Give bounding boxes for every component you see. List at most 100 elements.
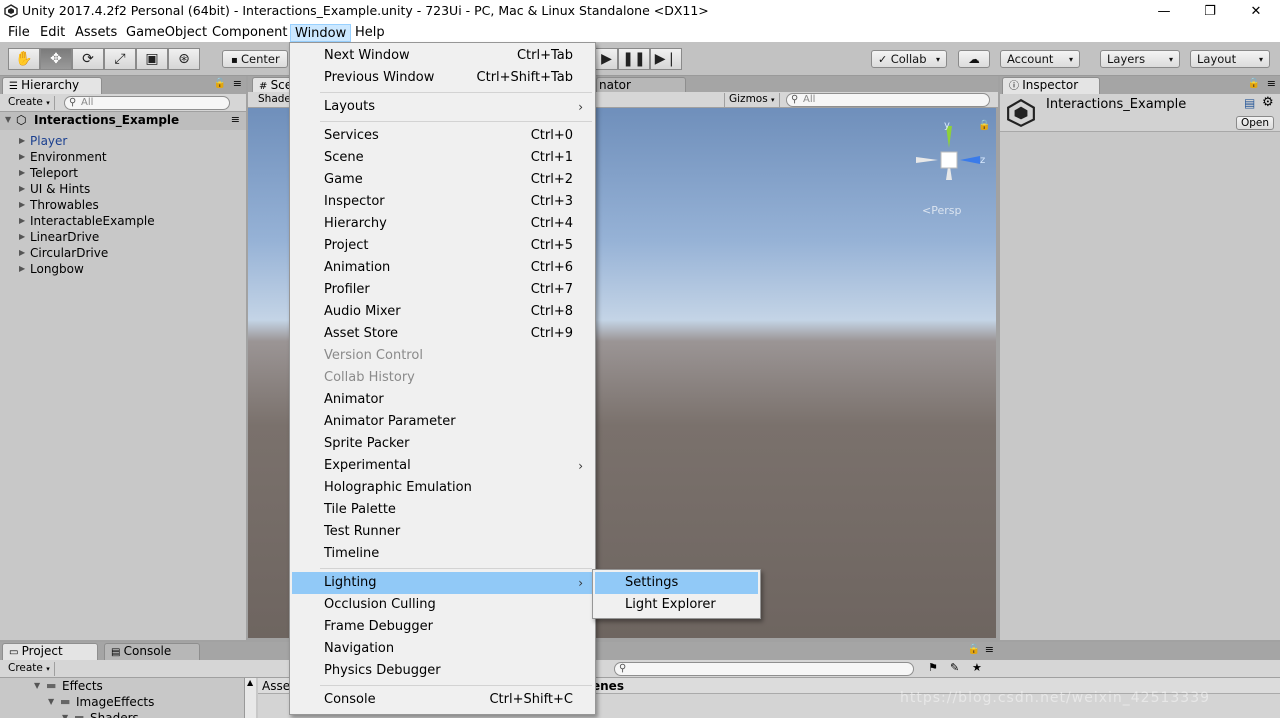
scene-header-row[interactable]: ▼ ⬡ Interactions_Example ≡ (0, 112, 246, 130)
layout-dropdown[interactable]: Layout ▾ (1190, 50, 1270, 68)
scene-menu-icon[interactable]: ≡ (231, 113, 240, 126)
menu-item-inspector[interactable]: Inspector Ctrl+3 (292, 191, 593, 213)
play-button[interactable]: ▶ (596, 48, 618, 70)
panel-menu-icon[interactable]: ≡ (233, 77, 242, 90)
list-item[interactable]: ▶ CircularDrive (0, 245, 246, 261)
gear-icon[interactable]: ⚙ (1262, 95, 1274, 110)
menu-item-animator-parameter[interactable]: Animator Parameter (292, 411, 593, 433)
tab-hierarchy[interactable]: ☰ Hierarchy (2, 77, 102, 94)
list-item[interactable]: ▶ LinearDrive (0, 229, 246, 245)
pause-button[interactable]: ❚❚ (618, 48, 650, 70)
project-search-input[interactable]: ⚲ (614, 662, 914, 676)
rotate-tool-button[interactable]: ⟳ (72, 48, 104, 70)
rect-tool-button[interactable]: ▣ (136, 48, 168, 70)
collab-button[interactable]: ✓ Collab ▾ (871, 50, 947, 68)
layers-dropdown[interactable]: Layers ▾ (1100, 50, 1180, 68)
menu-item-test-runner[interactable]: Test Runner (292, 521, 593, 543)
gizmo-lock-icon[interactable]: 🔒 (978, 120, 990, 131)
scrollbar[interactable]: ▲ (244, 678, 256, 718)
menu-item-navigation[interactable]: Navigation (292, 638, 593, 660)
menu-item-project[interactable]: Project Ctrl+5 (292, 235, 593, 257)
hierarchy-search-input[interactable]: ⚲ All (64, 96, 230, 110)
panel-menu-icon[interactable]: ≡ (1267, 77, 1276, 90)
expand-triangle-icon[interactable]: ▶ (19, 197, 25, 213)
persp-label[interactable]: <Persp (922, 204, 961, 217)
expand-triangle-icon[interactable]: ▶ (19, 245, 25, 261)
list-item[interactable]: ▶ UI & Hints (0, 181, 246, 197)
submenu-item-settings[interactable]: Settings (595, 572, 758, 594)
project-create-button[interactable]: Create ▾ (4, 662, 55, 676)
menu-item-game[interactable]: Game Ctrl+2 (292, 169, 593, 191)
scroll-up-icon[interactable]: ▲ (247, 678, 253, 687)
menu-assets[interactable]: Assets (71, 24, 121, 42)
menu-item-hierarchy[interactable]: Hierarchy Ctrl+4 (292, 213, 593, 235)
menu-item-console[interactable]: Console Ctrl+Shift+C (292, 689, 593, 711)
list-item[interactable]: ▶ Throwables (0, 197, 246, 213)
transform-tool-button[interactable]: ⊛ (168, 48, 200, 70)
expand-triangle-icon[interactable]: ▶ (19, 213, 25, 229)
menu-component[interactable]: Component (208, 24, 291, 42)
open-button[interactable]: Open (1236, 116, 1274, 130)
menu-file[interactable]: File (4, 24, 34, 42)
expand-triangle-icon[interactable]: ▶ (19, 261, 25, 277)
list-item[interactable]: ▶ Player (0, 133, 246, 149)
pivot-center-button[interactable]: ▪ Center (222, 50, 288, 68)
hand-tool-button[interactable]: ✋ (8, 48, 40, 70)
menu-item-physics-debugger[interactable]: Physics Debugger (292, 660, 593, 682)
maximize-button[interactable]: ❐ (1187, 0, 1233, 22)
list-item[interactable]: ▶ Environment (0, 149, 246, 165)
menu-item-scene[interactable]: Scene Ctrl+1 (292, 147, 593, 169)
menu-item-animator[interactable]: Animator (292, 389, 593, 411)
minimize-button[interactable]: — (1141, 0, 1187, 22)
expand-triangle-icon[interactable]: ▼ (48, 694, 54, 710)
assets-breadcrumb-label[interactable]: Asse (262, 679, 290, 693)
cloud-button[interactable]: ☁ (958, 50, 990, 68)
menu-item-previous-window[interactable]: Previous Window Ctrl+Shift+Tab (292, 67, 593, 89)
menu-item-asset-store[interactable]: Asset Store Ctrl+9 (292, 323, 593, 345)
account-dropdown[interactable]: Account ▾ (1000, 50, 1080, 68)
menu-item-frame-debugger[interactable]: Frame Debugger (292, 616, 593, 638)
menu-item-experimental[interactable]: Experimental › (292, 455, 593, 477)
list-item[interactable]: ▼ ▬ Effects (0, 678, 240, 694)
filter-type-icon[interactable]: ⚑ (928, 661, 938, 674)
scenes-breadcrumb-label[interactable]: enes (592, 679, 624, 693)
list-item[interactable]: ▶ Teleport (0, 165, 246, 181)
menu-item-occlusion-culling[interactable]: Occlusion Culling (292, 594, 593, 616)
hierarchy-create-button[interactable]: Create ▾ (4, 96, 55, 110)
lock-icon[interactable]: 🔒 (968, 644, 980, 655)
tab-inspector[interactable]: ⓘ Inspector (1002, 77, 1100, 94)
expand-triangle-icon[interactable]: ▶ (19, 133, 25, 149)
menu-gameobject[interactable]: GameObject (122, 24, 211, 42)
tab-console[interactable]: ▤ Console (104, 643, 200, 660)
menu-item-next-window[interactable]: Next Window Ctrl+Tab (292, 45, 593, 67)
menu-edit[interactable]: Edit (36, 24, 69, 42)
expand-triangle-icon[interactable]: ▶ (19, 229, 25, 245)
menu-item-profiler[interactable]: Profiler Ctrl+7 (292, 279, 593, 301)
scene-search-input[interactable]: ⚲ All (786, 93, 990, 107)
panel-menu-icon[interactable]: ≡ (985, 643, 994, 656)
menu-help[interactable]: Help (351, 24, 389, 42)
lock-icon[interactable]: 🔒 (1248, 78, 1260, 89)
expand-triangle-icon[interactable]: ▶ (19, 165, 25, 181)
menu-item-timeline[interactable]: Timeline (292, 543, 593, 565)
menu-item-services[interactable]: Services Ctrl+0 (292, 125, 593, 147)
menu-item-holographic-emulation[interactable]: Holographic Emulation (292, 477, 593, 499)
list-item[interactable]: ▼ ▬ Shaders (0, 710, 240, 718)
menu-item-layouts[interactable]: Layouts › (292, 96, 593, 118)
menu-item-sprite-packer[interactable]: Sprite Packer (292, 433, 593, 455)
favorite-star-icon[interactable]: ★ (972, 661, 982, 674)
move-tool-button[interactable]: ✥ (40, 48, 72, 70)
expand-triangle-icon[interactable]: ▼ (34, 678, 40, 694)
expand-triangle-icon[interactable]: ▼ (62, 710, 68, 718)
step-button[interactable]: ▶❘ (650, 48, 682, 70)
scene-gizmo-icon[interactable]: y z (912, 120, 990, 202)
list-item[interactable]: ▶ Longbow (0, 261, 246, 277)
menu-item-animation[interactable]: Animation Ctrl+6 (292, 257, 593, 279)
gizmos-dropdown[interactable]: Gizmos ▾ (724, 93, 780, 107)
list-item[interactable]: ▼ ▬ ImageEffects (0, 694, 240, 710)
menu-window[interactable]: Window (290, 24, 352, 42)
submenu-item-light-explorer[interactable]: Light Explorer (595, 594, 758, 616)
menu-item-audio-mixer[interactable]: Audio Mixer Ctrl+8 (292, 301, 593, 323)
filter-label-icon[interactable]: ✎ (950, 661, 959, 674)
expand-triangle-icon[interactable]: ▶ (19, 149, 25, 165)
